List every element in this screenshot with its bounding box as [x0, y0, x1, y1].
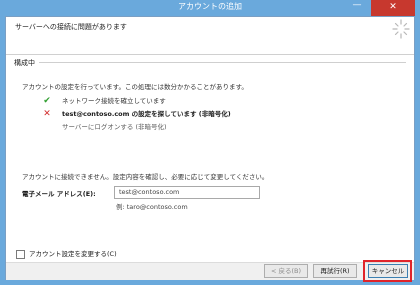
error-icon: ✕	[43, 109, 51, 119]
close-button[interactable]: ✕	[371, 0, 415, 16]
step-label: ネットワーク接続を確立しています	[62, 97, 166, 105]
dialog-header: サーバーへの接続に問題があります	[6, 17, 414, 55]
cancel-button[interactable]: キャンセル	[368, 264, 408, 278]
change-settings-label[interactable]: アカウント設定を変更する(C)	[29, 250, 117, 259]
minimize-icon[interactable]: —	[347, 0, 367, 14]
title-bar[interactable]: アカウントの追加 — ✕	[0, 0, 420, 16]
error-notice: アカウントに接続できません。設定内容を確認し、必要に応じて変更してください。	[22, 173, 269, 181]
section-label: 構成中	[14, 59, 35, 67]
back-button[interactable]: < 戻る(B)	[264, 264, 308, 278]
step-label: test@contoso.com の設定を探しています (非暗号化)	[62, 110, 231, 118]
add-account-dialog: アカウントの追加 — ✕ サーバーへの接続に問題があります 構成中 アカウントの…	[0, 0, 420, 285]
retry-button[interactable]: 再試行(R)	[313, 264, 357, 278]
email-field[interactable]: test@contoso.com	[114, 186, 260, 199]
email-label: 電子メール アドレス(E):	[22, 190, 96, 198]
email-example: 例: taro@contoso.com	[116, 203, 188, 211]
sun-burst-icon	[392, 19, 410, 39]
dialog-body: サーバーへの接続に問題があります 構成中 アカウントの設定を行っています。この処…	[5, 16, 415, 282]
intro-text: アカウントの設定を行っています。この処理には数分かかることがあります。	[22, 83, 248, 91]
section-divider	[39, 62, 406, 63]
step-label: サーバーにログオンする (非暗号化)	[62, 123, 167, 131]
check-icon: ✔	[43, 96, 51, 106]
header-title: サーバーへの接続に問題があります	[15, 23, 127, 31]
change-settings-checkbox[interactable]	[16, 250, 25, 259]
